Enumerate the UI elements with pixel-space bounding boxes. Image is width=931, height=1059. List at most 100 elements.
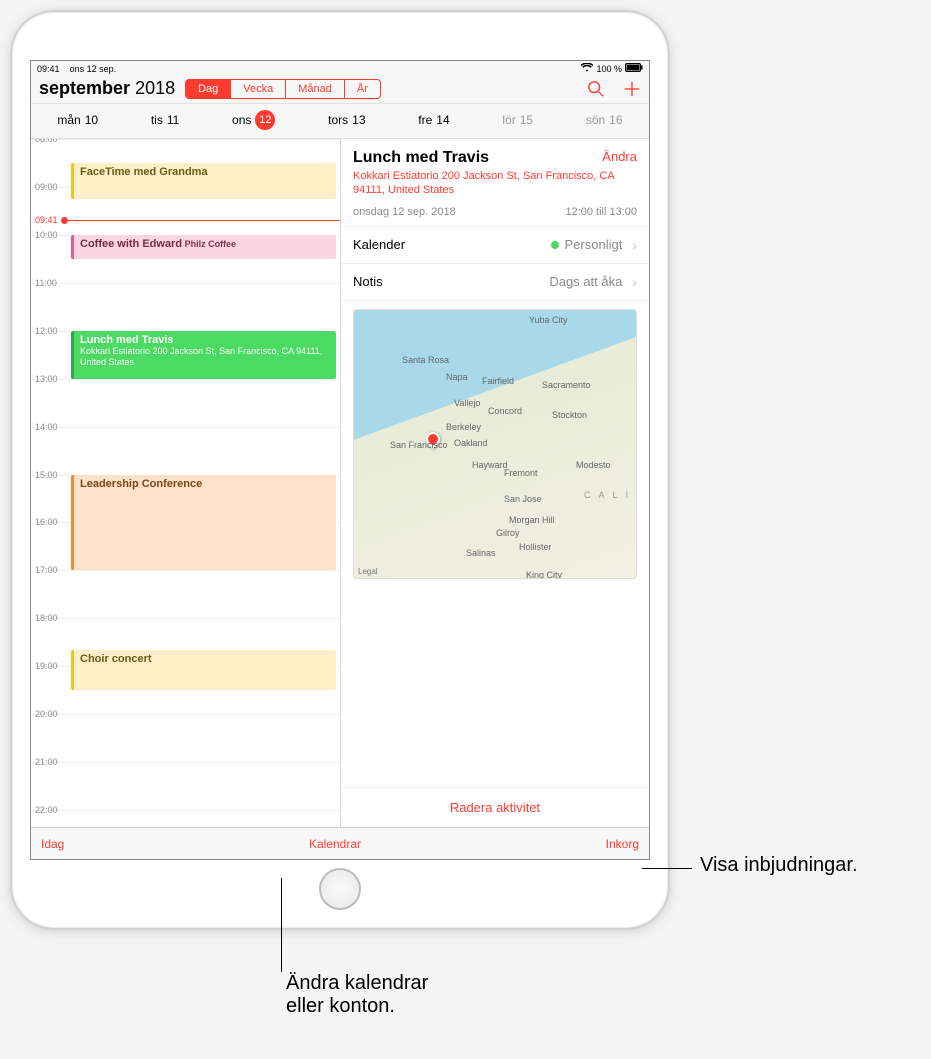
wifi-icon — [581, 63, 593, 74]
ipad-frame: 09:41 ons 12 sep. 100 % september 2018 — [10, 10, 670, 930]
map-city-label: Vallejo — [454, 398, 480, 408]
seg-year[interactable]: År — [345, 80, 380, 98]
calendar-row[interactable]: Kalender Personligt › — [341, 227, 649, 264]
callout-line — [642, 868, 692, 869]
home-button[interactable] — [319, 868, 361, 910]
event-block[interactable]: Coffee with Edward Philz Coffee — [71, 235, 336, 259]
hour-row: 22:00 — [31, 810, 340, 811]
month-label: september — [39, 78, 130, 98]
day-sön[interactable]: sön16 — [586, 113, 623, 127]
status-right: 100 % — [581, 63, 643, 74]
status-left: 09:41 ons 12 sep. — [37, 64, 116, 74]
callout-calendars: Ändra kalendrar eller konton. — [286, 972, 428, 1018]
screen: 09:41 ons 12 sep. 100 % september 2018 — [30, 60, 650, 860]
seg-day[interactable]: Dag — [186, 80, 231, 98]
hour-label: 13:00 — [35, 374, 58, 384]
hour-label: 09:00 — [35, 182, 58, 192]
hour-label: 11:00 — [35, 278, 57, 288]
map-city-label: Fremont — [504, 468, 538, 478]
timeline[interactable]: 08:0009:0010:0011:0012:0013:0014:0015:00… — [31, 139, 341, 827]
day-ons[interactable]: ons12 — [232, 110, 275, 130]
detail-location[interactable]: Kokkari Estiatorio 200 Jackson St, San F… — [353, 169, 637, 198]
map-city-label: San Jose — [504, 494, 542, 504]
now-indicator — [65, 220, 340, 221]
map-region-label: C A L I — [584, 490, 631, 500]
callout-inbox: Visa inbjudningar. — [700, 854, 858, 877]
day-mån[interactable]: mån10 — [57, 113, 98, 127]
chevron-right-icon: › — [632, 274, 637, 290]
map-city-label: Yuba City — [529, 315, 568, 325]
event-block[interactable]: Leadership Conference — [71, 475, 336, 571]
battery-icon — [625, 63, 643, 74]
detail-header: Lunch med Travis Ändra Kokkari Estiatori… — [341, 139, 649, 227]
event-block[interactable]: FaceTime med Grandma — [71, 163, 336, 199]
event-subtitle: Kokkari Estiatorio 200 Jackson St, San F… — [80, 346, 322, 367]
map-city-label: Sacramento — [542, 380, 591, 390]
hour-label: 08:00 — [35, 139, 58, 144]
day-fre[interactable]: fre14 — [418, 113, 449, 127]
now-dot-icon — [61, 217, 68, 224]
inbox-button[interactable]: Inkorg — [606, 837, 639, 851]
status-date: ons 12 sep. — [70, 64, 117, 74]
map-legal[interactable]: Legal — [358, 567, 378, 576]
map-city-label: Fairfield — [482, 376, 514, 386]
hour-row: 11:00 — [31, 283, 340, 284]
map-city-label: San Francisco — [390, 440, 448, 450]
calendars-button[interactable]: Kalendrar — [309, 837, 361, 851]
add-icon[interactable] — [623, 80, 641, 98]
map-city-label: Salinas — [466, 548, 496, 558]
map-city-label: Oakland — [454, 438, 488, 448]
hour-row: 14:00 — [31, 427, 340, 428]
status-bar: 09:41 ons 12 sep. 100 % — [31, 61, 649, 76]
day-tis[interactable]: tis11 — [151, 113, 179, 127]
event-block[interactable]: Lunch med Travis Kokkari Estiatorio 200 … — [71, 331, 336, 379]
map-city-label: Napa — [446, 372, 468, 382]
year-label: 2018 — [135, 78, 175, 98]
event-title: FaceTime med Grandma — [80, 166, 330, 178]
chevron-right-icon: › — [632, 237, 637, 253]
hour-label: 16:00 — [35, 517, 58, 527]
today-button[interactable]: Idag — [41, 837, 64, 851]
hour-row: 18:00 — [31, 618, 340, 619]
event-detail-panel: Lunch med Travis Ändra Kokkari Estiatori… — [341, 139, 649, 827]
detail-date: onsdag 12 sep. 2018 — [353, 206, 456, 218]
hour-row: 17:00 — [31, 570, 340, 571]
header-actions — [587, 80, 641, 98]
hour-label: 15:00 — [35, 470, 58, 480]
detail-title: Lunch med Travis — [353, 149, 489, 167]
map-city-label: Hollister — [519, 542, 552, 552]
hour-row: 21:00 — [31, 762, 340, 763]
hour-label: 19:00 — [35, 661, 58, 671]
hour-label: 17:00 — [35, 565, 58, 575]
event-block[interactable]: Choir concert — [71, 650, 336, 690]
status-time: 09:41 — [37, 64, 60, 74]
now-label: 09:41 — [35, 215, 58, 225]
hour-row: 08:00 — [31, 139, 340, 140]
seg-month[interactable]: Månad — [286, 80, 345, 98]
event-title: Coffee with Edward Philz Coffee — [80, 238, 236, 250]
event-subtitle: Philz Coffee — [182, 239, 236, 249]
map-city-label: Berkeley — [446, 422, 481, 432]
hour-row: 20:00 — [31, 714, 340, 715]
hour-label: 18:00 — [35, 613, 58, 623]
map[interactable]: Legal Yuba CitySanta RosaNapaFairfieldSa… — [353, 309, 637, 579]
page-title: september 2018 — [39, 78, 175, 99]
seg-week[interactable]: Vecka — [231, 80, 286, 98]
battery-text: 100 % — [596, 64, 622, 74]
hour-row: 13:00 — [31, 379, 340, 380]
event-title: Choir concert — [80, 653, 330, 665]
edit-button[interactable]: Ändra — [602, 149, 637, 164]
calendar-dot-icon — [551, 241, 559, 249]
main: 08:0009:0010:0011:0012:0013:0014:0015:00… — [31, 139, 649, 827]
day-strip: mån10 tis11 ons12 tors13 fre14 lör15 sön16 — [31, 104, 649, 139]
map-city-label: Hayward — [472, 460, 508, 470]
map-city-label: Concord — [488, 406, 522, 416]
day-tors[interactable]: tors13 — [328, 113, 365, 127]
search-icon[interactable] — [587, 80, 605, 98]
delete-event-button[interactable]: Radera aktivitet — [341, 787, 649, 827]
bottom-toolbar: Idag Kalendrar Inkorg — [31, 827, 649, 859]
event-title: Lunch med Travis — [80, 334, 330, 346]
day-lör[interactable]: lör15 — [502, 113, 533, 127]
alert-row[interactable]: Notis Dags att åka › — [341, 264, 649, 301]
view-segmented-control[interactable]: Dag Vecka Månad År — [185, 79, 381, 99]
